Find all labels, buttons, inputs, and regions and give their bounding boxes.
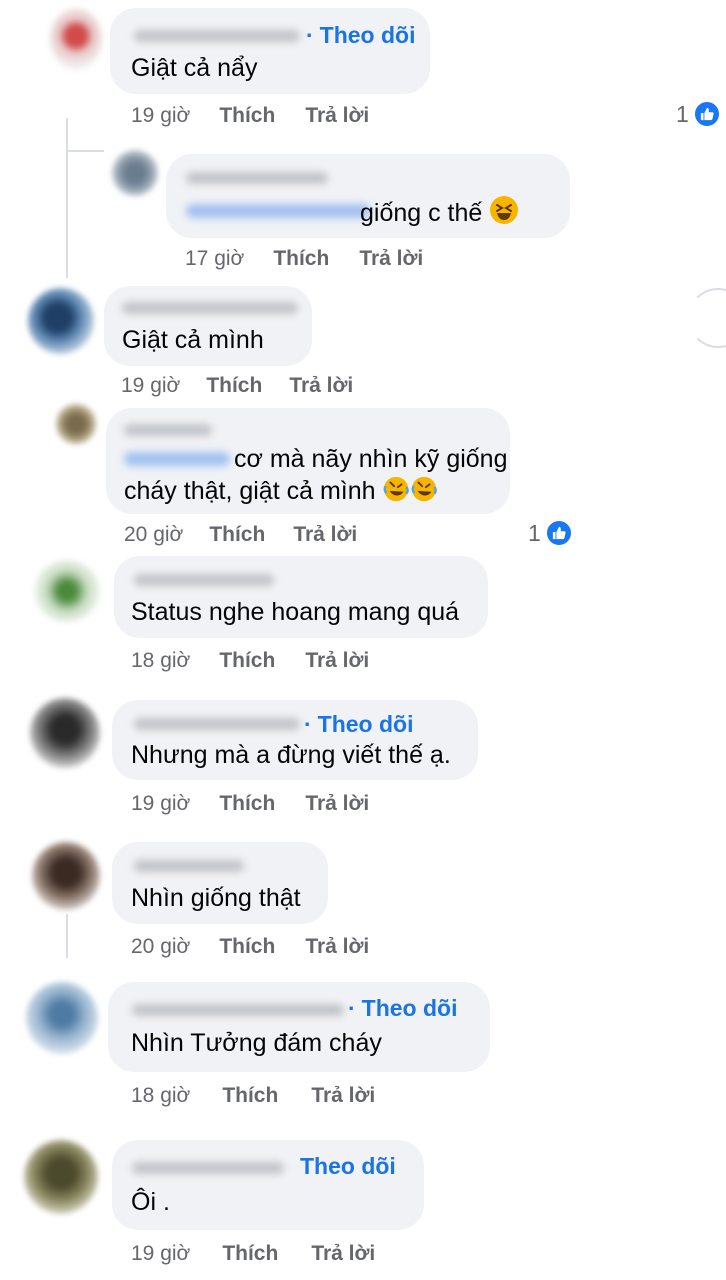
follow-button[interactable]: · Theo dõi [304,711,414,738]
avatar[interactable] [30,698,100,768]
commenter-name[interactable] [134,718,300,730]
comment-text-line-2: cháy thật, giật cả mình [124,475,438,511]
reply-button[interactable]: Trả lời [305,649,369,673]
avatar[interactable] [56,404,96,444]
commenter-name[interactable] [134,860,244,872]
grinning-squinting-face-icon [489,195,519,233]
avatar[interactable] [112,150,158,196]
comment-meta: 19 giờ Thích Trả lời [131,1242,375,1266]
separator-dot: · [304,711,312,737]
commenter-name[interactable] [186,172,328,184]
reply-button[interactable]: Trả lời [311,1084,375,1108]
follow-button[interactable]: Theo dõi [300,1153,396,1180]
mention-tag[interactable] [124,452,230,466]
comment-time[interactable]: 19 giờ [131,792,190,816]
commenter-name[interactable] [132,1162,284,1174]
avatar[interactable] [50,8,102,70]
reply-button[interactable]: Trả lời [289,374,353,398]
like-button[interactable]: Thích [209,523,265,547]
comment-meta: 19 giờ Thích Trả lời [121,374,353,398]
comment-time[interactable]: 20 giờ [131,935,190,959]
commenter-name[interactable] [132,1004,344,1016]
reply-button[interactable]: Trả lời [305,935,369,959]
comment-time[interactable]: 19 giờ [131,104,190,128]
reply-button[interactable]: Trả lời [293,523,357,547]
comment-meta: 19 giờ Thích Trả lời [131,792,369,816]
like-button[interactable]: Thích [219,935,275,959]
avatar[interactable] [26,982,98,1054]
thread-line [66,914,68,958]
separator-dot: · [306,22,314,48]
comment-text-line-1: cơ mà nãy nhìn kỹ giống [234,445,508,473]
commenter-name[interactable] [122,302,298,314]
loading-spinner-icon [688,288,726,348]
reaction-count[interactable]: 1 [528,519,573,547]
reply-button[interactable]: Trả lời [305,792,369,816]
like-button[interactable]: Thích [219,104,275,128]
comment-text: giống c thế [360,195,519,233]
comment-time[interactable]: 17 giờ [185,247,244,271]
like-reaction-icon [692,100,721,128]
follow-button[interactable]: · Theo dõi [348,995,458,1022]
reply-button[interactable]: Trả lời [311,1242,375,1266]
comment-meta: 19 giờ Thích Trả lời [131,104,369,128]
reaction-count[interactable]: 1 [676,100,721,128]
comment-meta: 20 giờ Thích Trả lời [124,523,357,547]
reply-button[interactable]: Trả lời [359,247,423,271]
avatar[interactable] [24,1140,98,1214]
comment-text: Status nghe hoang mang quá [131,598,460,626]
commenter-name[interactable] [134,574,274,586]
comment-text: Nhưng mà a đừng viết thế ạ. [131,741,451,769]
comment-text: Nhìn Tưởng đám cháy [131,1029,382,1057]
separator-dot: · [348,995,356,1021]
comment-time[interactable]: 18 giờ [131,1084,190,1108]
like-button[interactable]: Thích [219,649,275,673]
avatar[interactable] [32,842,100,910]
like-button[interactable]: Thích [222,1084,278,1108]
comment-text: Giật cả mình [122,326,264,354]
follow-button[interactable]: · Theo dõi [306,22,416,49]
comment-meta: 18 giờ Thích Trả lời [131,1084,375,1108]
comment-time[interactable]: 18 giờ [131,649,190,673]
comment-meta: 18 giờ Thích Trả lời [131,649,369,673]
like-button[interactable]: Thích [273,247,329,271]
thread-line [66,118,68,278]
commenter-name[interactable] [134,30,300,42]
comment-text: Giật cả nẩy [131,54,258,82]
like-button[interactable]: Thích [219,792,275,816]
comment-time[interactable]: 19 giờ [121,374,180,398]
mention-tag[interactable] [186,204,370,218]
rolling-on-floor-laughing-icon [410,475,438,511]
comment-text: Ôi . [131,1188,170,1216]
comment-meta: 20 giờ Thích Trả lời [131,935,369,959]
reply-button[interactable]: Trả lời [305,104,369,128]
rolling-on-floor-laughing-icon [382,475,410,511]
commenter-name[interactable] [124,424,212,436]
comment-time[interactable]: 19 giờ [131,1242,190,1266]
thread-line [66,150,104,152]
avatar[interactable] [34,560,100,622]
comment-meta: 17 giờ Thích Trả lời [185,247,423,271]
comment-time[interactable]: 20 giờ [124,523,183,547]
avatar[interactable] [28,288,94,354]
like-reaction-icon [544,519,573,547]
comment-text: Nhìn giống thật [131,884,301,912]
like-button[interactable]: Thích [206,374,262,398]
like-button[interactable]: Thích [222,1242,278,1266]
